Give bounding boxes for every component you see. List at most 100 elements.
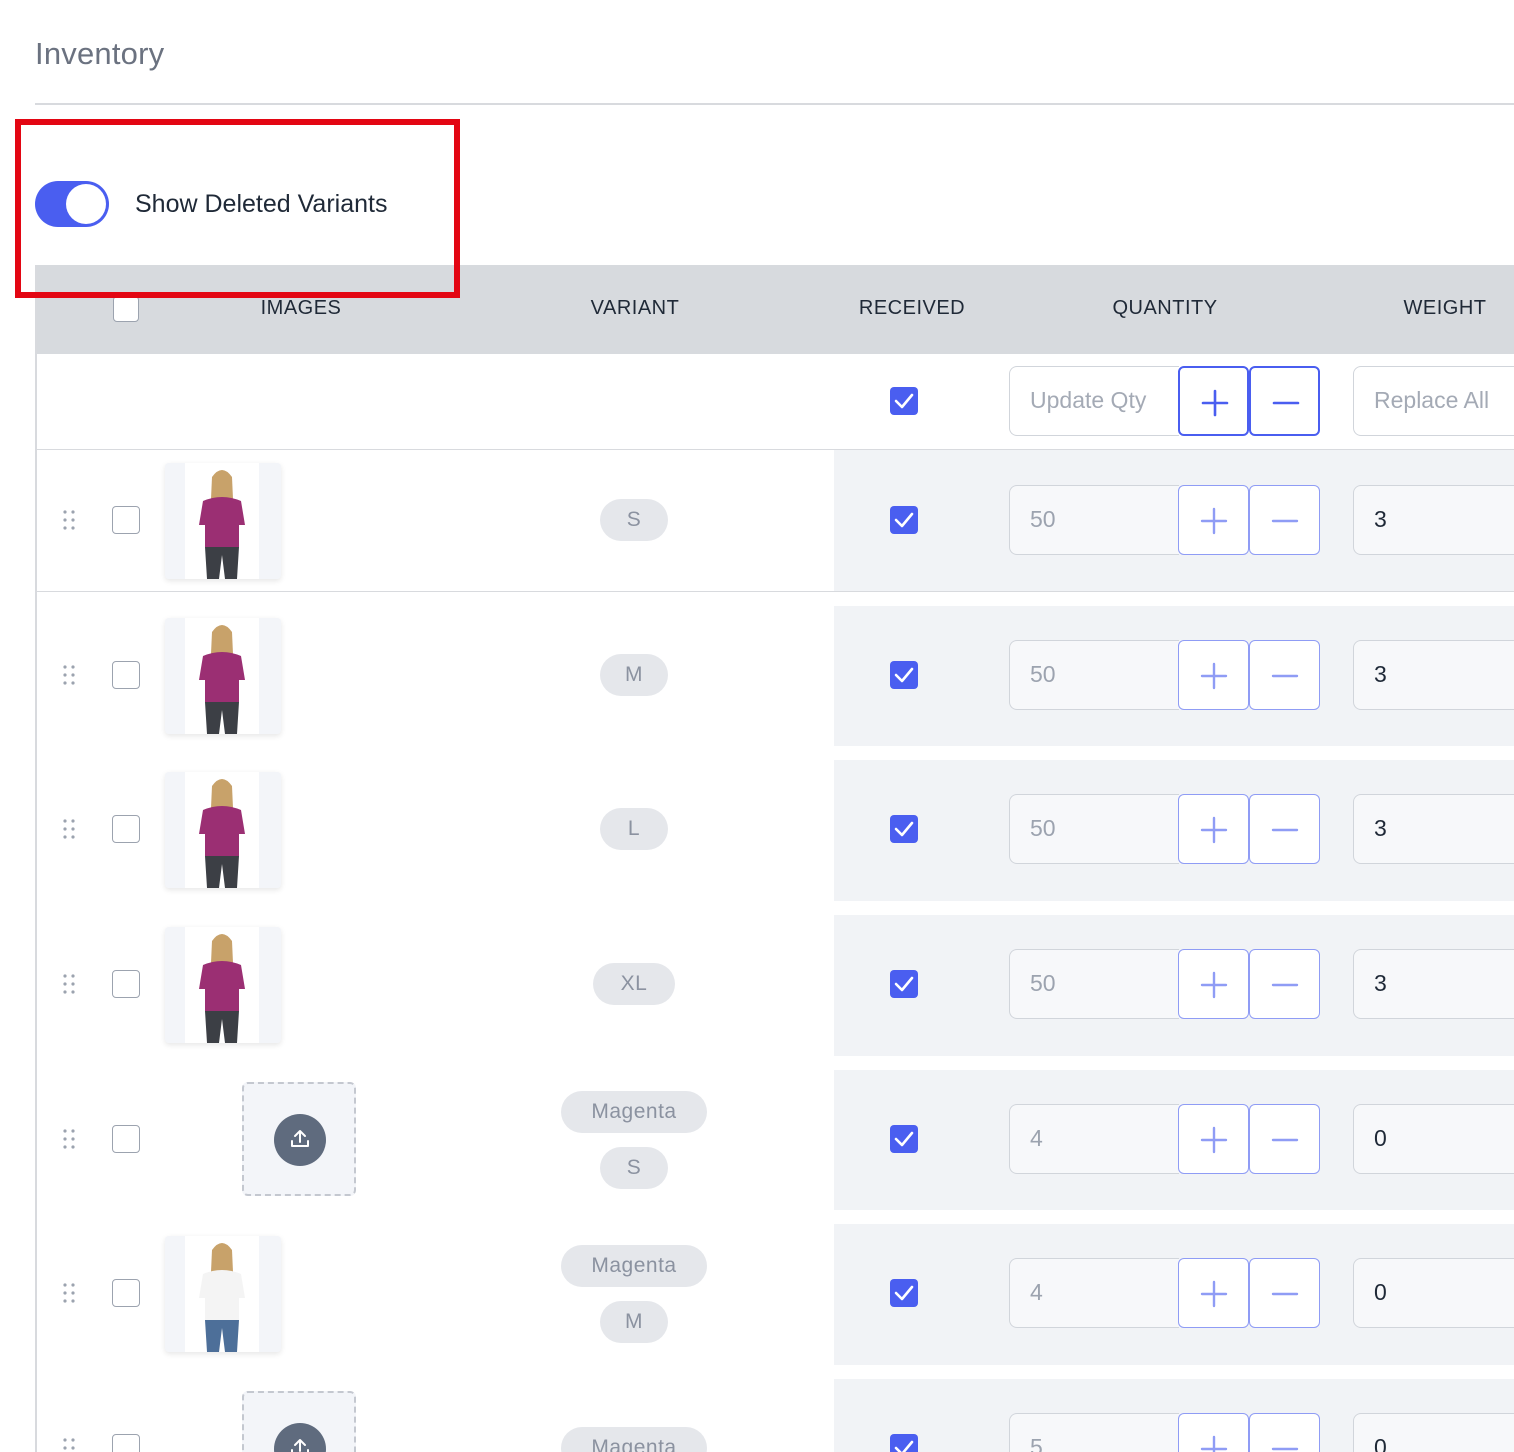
weight-input[interactable]: 0 — [1353, 1413, 1514, 1452]
received-checkbox[interactable] — [890, 506, 918, 534]
drag-handle-icon[interactable] — [61, 1128, 77, 1150]
quantity-input[interactable]: 4 — [1009, 1258, 1179, 1328]
weight-input[interactable]: 3 — [1353, 794, 1514, 864]
minus-icon — [1271, 674, 1299, 678]
select-all-checkbox[interactable] — [113, 296, 139, 322]
upload-icon — [274, 1423, 326, 1452]
quantity-increment-button[interactable] — [1178, 640, 1249, 710]
row-select-checkbox[interactable] — [112, 1279, 140, 1307]
variant-image-thumbnail[interactable] — [165, 1236, 281, 1352]
plus-icon — [1200, 1126, 1228, 1154]
minus-icon — [1271, 1292, 1299, 1296]
drag-handle-icon[interactable] — [61, 1437, 77, 1452]
weight-input[interactable]: 3 — [1353, 485, 1514, 555]
variant-option-pill: Magenta — [561, 1427, 707, 1452]
variant-image-thumbnail[interactable] — [165, 772, 281, 888]
image-upload-dropzone[interactable] — [242, 1082, 356, 1196]
drag-handle-icon[interactable] — [61, 509, 77, 531]
table-row: S 50 3 — [37, 450, 1514, 592]
bulk-increment-button[interactable] — [1178, 366, 1249, 436]
weight-input[interactable]: 3 — [1353, 640, 1514, 710]
plus-icon — [1200, 1435, 1228, 1452]
variant-option-pill: XL — [593, 963, 675, 1005]
plus-icon — [1201, 389, 1229, 417]
quantity-input[interactable]: 50 — [1009, 640, 1179, 710]
quantity-increment-button[interactable] — [1178, 1413, 1249, 1452]
column-header-images: IMAGES — [260, 297, 342, 319]
quantity-decrement-button[interactable] — [1249, 1258, 1320, 1328]
quantity-decrement-button[interactable] — [1249, 1104, 1320, 1174]
bulk-decrement-button[interactable] — [1249, 366, 1320, 436]
quantity-input[interactable]: 50 — [1009, 794, 1179, 864]
drag-handle-icon[interactable] — [61, 973, 77, 995]
bulk-update-qty-input[interactable]: Update Qty — [1009, 366, 1179, 436]
received-checkbox[interactable] — [890, 1279, 918, 1307]
show-deleted-toggle-row: Show Deleted Variants — [35, 181, 387, 227]
column-header-weight: WEIGHT — [1403, 297, 1487, 319]
variants-table: IMAGES VARIANT RECEIVED QUANTITY WEIGHT … — [35, 265, 1514, 1452]
image-upload-dropzone[interactable] — [242, 1391, 356, 1452]
weight-input[interactable]: 0 — [1353, 1258, 1514, 1328]
variant-image-thumbnail[interactable] — [165, 927, 281, 1043]
received-checkbox[interactable] — [890, 1125, 918, 1153]
upload-icon — [274, 1114, 326, 1166]
quantity-input[interactable]: 5 — [1009, 1413, 1179, 1452]
variant-option-pill: L — [600, 808, 668, 850]
table-row: XL 50 3 — [37, 901, 1514, 1057]
quantity-input[interactable]: 4 — [1009, 1104, 1179, 1174]
row-select-checkbox[interactable] — [112, 970, 140, 998]
variant-option-pill: M — [600, 654, 668, 696]
table-row: L 50 3 — [37, 746, 1514, 902]
bulk-received-checkbox[interactable] — [890, 387, 918, 415]
row-select-checkbox[interactable] — [112, 815, 140, 843]
variant-option-pill: Magenta — [561, 1245, 707, 1287]
table-row: M 50 3 — [37, 592, 1514, 748]
row-select-checkbox[interactable] — [112, 1434, 140, 1452]
variant-image-thumbnail[interactable] — [165, 463, 281, 579]
quantity-increment-button[interactable] — [1178, 485, 1249, 555]
quantity-input[interactable]: 50 — [1009, 949, 1179, 1019]
column-header-variant: VARIANT — [590, 297, 680, 319]
quantity-input[interactable]: 50 — [1009, 485, 1179, 555]
show-deleted-variants-toggle[interactable] — [35, 181, 109, 227]
plus-icon — [1200, 816, 1228, 844]
quantity-decrement-button[interactable] — [1249, 640, 1320, 710]
row-select-checkbox[interactable] — [112, 506, 140, 534]
inventory-page: Inventory Show Deleted Variants IMAGES V… — [0, 0, 1514, 1452]
quantity-increment-button[interactable] — [1178, 1104, 1249, 1174]
table-row: Magenta M 4 0 — [37, 1210, 1514, 1366]
drag-handle-icon[interactable] — [61, 818, 77, 840]
quantity-increment-button[interactable] — [1178, 949, 1249, 1019]
plus-icon — [1200, 662, 1228, 690]
variant-option-pill: S — [600, 1147, 668, 1189]
quantity-increment-button[interactable] — [1178, 1258, 1249, 1328]
variant-option-pill: M — [600, 1301, 668, 1343]
received-checkbox[interactable] — [890, 661, 918, 689]
quantity-decrement-button[interactable] — [1249, 949, 1320, 1019]
drag-handle-icon[interactable] — [61, 664, 77, 686]
quantity-increment-button[interactable] — [1178, 794, 1249, 864]
table-row: Magenta S 4 0 — [37, 1056, 1514, 1212]
variant-option-pill: S — [600, 499, 668, 541]
quantity-decrement-button[interactable] — [1249, 485, 1320, 555]
weight-input[interactable]: 3 — [1353, 949, 1514, 1019]
title-divider — [35, 103, 1514, 105]
toggle-knob — [66, 184, 106, 224]
column-header-quantity: QUANTITY — [1112, 297, 1218, 319]
bulk-replace-weight-input[interactable]: Replace All — [1353, 366, 1514, 436]
received-checkbox[interactable] — [890, 970, 918, 998]
received-checkbox[interactable] — [890, 815, 918, 843]
table-row: Magenta 5 0 — [37, 1365, 1514, 1452]
row-select-checkbox[interactable] — [112, 1125, 140, 1153]
plus-icon — [1200, 971, 1228, 999]
row-select-checkbox[interactable] — [112, 661, 140, 689]
drag-handle-icon[interactable] — [61, 1282, 77, 1304]
variant-image-thumbnail[interactable] — [165, 618, 281, 734]
variant-option-pill: Magenta — [561, 1091, 707, 1133]
column-header-received: RECEIVED — [858, 297, 966, 319]
minus-icon — [1271, 1138, 1299, 1142]
quantity-decrement-button[interactable] — [1249, 1413, 1320, 1452]
weight-input[interactable]: 0 — [1353, 1104, 1514, 1174]
received-checkbox[interactable] — [890, 1434, 918, 1452]
quantity-decrement-button[interactable] — [1249, 794, 1320, 864]
